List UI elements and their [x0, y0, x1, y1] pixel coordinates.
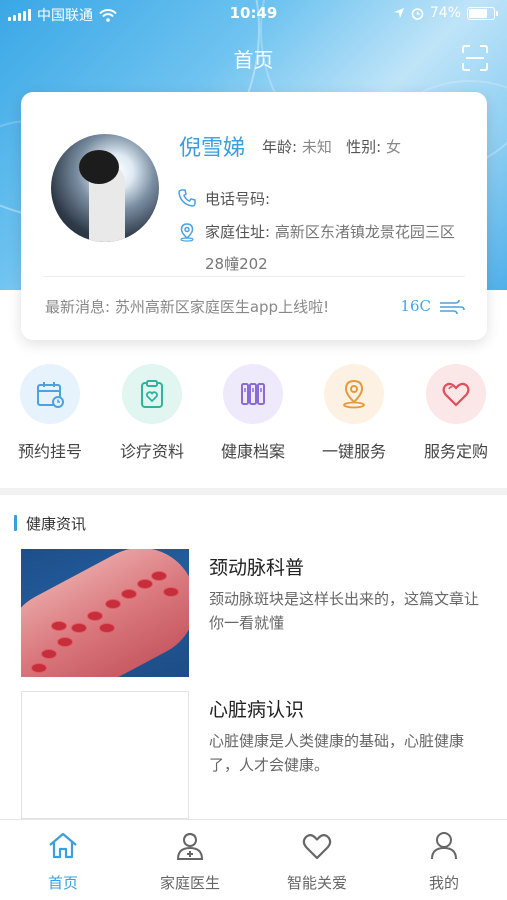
article-thumbnail [21, 691, 189, 819]
age-label: 年龄: [262, 138, 298, 156]
quick-action-label: 一键服务 [321, 442, 386, 461]
user-name: 倪雪娣 [179, 136, 246, 161]
section-title: 健康资讯 [14, 513, 86, 534]
phone-label: 电话号码: [205, 190, 271, 208]
quick-action-label: 预约挂号 [17, 442, 82, 461]
article-description: 心脏健康是人类健康的基础，心脏健康了，人才会健康。 [209, 732, 465, 774]
heart-outline-icon [302, 834, 332, 860]
quick-actions: 预约挂号 诊疗资料 健康档案 一键服务 服务定购 [0, 364, 507, 474]
quick-action-badge [324, 364, 384, 424]
calendar-icon [37, 382, 64, 408]
quick-action-order-service[interactable]: 服务定购 [406, 364, 506, 462]
news-label: 最新消息: [45, 298, 111, 316]
article-thumbnail [21, 549, 189, 677]
news-text: 苏州高新区家庭医生app上线啦! [114, 298, 330, 316]
quick-action-one-click[interactable]: 一键服务 [304, 364, 404, 462]
quick-action-badge [122, 364, 182, 424]
avatar [51, 134, 159, 242]
article-description: 颈动脉斑块是这样长出来的，这篇文章让你一看就懂 [209, 590, 480, 632]
location-pin-icon [343, 379, 365, 409]
quick-action-appointment[interactable]: 预约挂号 [0, 364, 100, 462]
gender-value: 女 [386, 138, 402, 156]
heart-icon [442, 382, 470, 407]
location-arrow-icon [393, 8, 404, 18]
alarm-icon [411, 7, 424, 20]
section-separator [0, 488, 507, 495]
tab-smart-care[interactable]: 智能关爱 [267, 830, 367, 893]
tab-label: 我的 [428, 874, 459, 892]
archive-icon [241, 383, 265, 405]
clipboard-heart-icon [141, 380, 163, 408]
bottom-tab-bar: 首页 家庭医生 智能关爱 我的 [0, 819, 507, 900]
battery-percent: 74% [429, 5, 461, 21]
home-icon [49, 832, 77, 859]
user-meta: 年龄: 未知 性别: 女 [262, 136, 401, 157]
article-item[interactable]: 心脏病认识 心脏健康是人类健康的基础，心脏健康了，人才会健康。 [21, 691, 487, 821]
quick-action-health-archive[interactable]: 健康档案 [203, 364, 303, 462]
user-icon [431, 832, 457, 860]
status-bar: 中国联通 10:49 74% [0, 0, 507, 28]
article-title: 心脏病认识 [209, 699, 305, 721]
address-row: 家庭住址: 高新区东渚镇龙景花园三区28幢202 [177, 216, 467, 280]
article-title: 颈动脉科普 [209, 557, 305, 579]
quick-action-label: 健康档案 [220, 442, 285, 461]
profile-card[interactable]: 倪雪娣 年龄: 未知 性别: 女 电话号码: 家庭住址: 高新区东渚镇龙景花园三… [21, 92, 487, 340]
tab-label: 首页 [47, 874, 78, 892]
article-item[interactable]: 颈动脉科普 颈动脉斑块是这样长出来的，这篇文章让你一看就懂 [21, 549, 487, 679]
tab-family-doctor[interactable]: 家庭医生 [140, 830, 240, 893]
phone-icon [178, 189, 196, 207]
address-label: 家庭住址: [205, 223, 271, 241]
card-divider [43, 276, 465, 277]
quick-action-badge [426, 364, 486, 424]
tab-label: 智能关爱 [286, 874, 347, 892]
quick-action-label: 服务定购 [423, 442, 488, 461]
quick-action-label: 诊疗资料 [119, 442, 184, 461]
quick-action-badge [223, 364, 283, 424]
wind-icon [440, 299, 465, 315]
tab-label: 家庭医生 [159, 874, 220, 892]
battery-icon [467, 6, 498, 20]
news-ticker[interactable]: 最新消息: 苏州高新区家庭医生app上线啦! [45, 296, 329, 317]
age-value: 未知 [301, 138, 332, 156]
tab-mine[interactable]: 我的 [394, 830, 494, 893]
tab-home[interactable]: 首页 [13, 830, 113, 893]
doctor-icon [176, 833, 204, 860]
temperature: 16C [400, 297, 431, 315]
phone-row: 电话号码: [177, 188, 270, 209]
scan-icon[interactable] [461, 44, 489, 72]
page-title: 首页 [233, 48, 274, 72]
location-icon [180, 223, 194, 242]
quick-action-records[interactable]: 诊疗资料 [102, 364, 202, 462]
gender-label: 性别: [346, 138, 382, 156]
quick-action-badge [20, 364, 80, 424]
